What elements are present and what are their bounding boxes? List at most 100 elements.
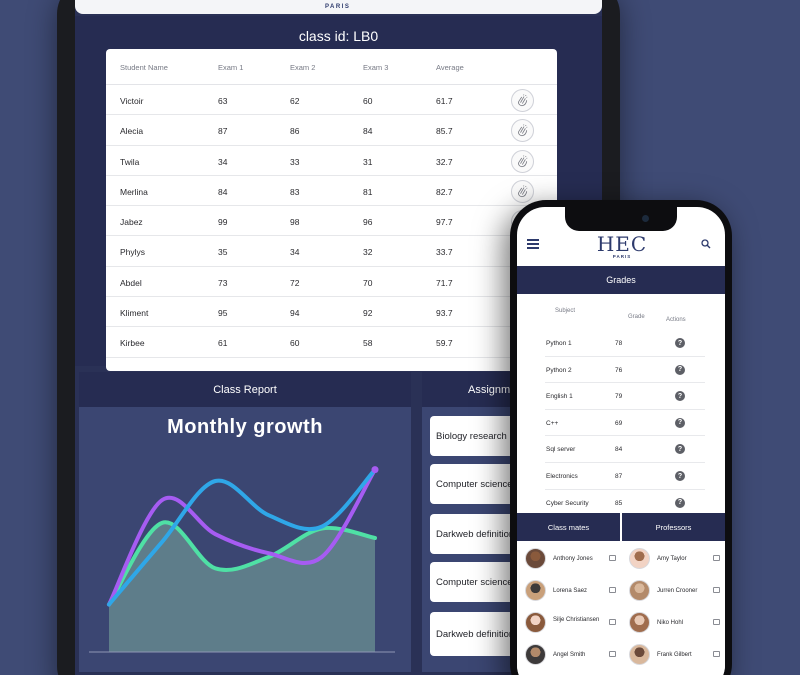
people-tabs: Class mates Professors (517, 513, 725, 541)
clap-button[interactable] (511, 89, 534, 112)
table-row: Kliment 95 94 92 93.7 (106, 297, 557, 328)
brand-subtitle: PARIS (325, 4, 351, 10)
grade-row: Python 1 78? (545, 330, 705, 357)
average-score: 85.7 (436, 126, 453, 137)
student-name: Jabez (120, 217, 143, 228)
average-score: 82.7 (436, 186, 453, 197)
table-row: Phylys 35 34 32 33.7 (106, 236, 557, 267)
exam-2-score: 94 (290, 308, 300, 319)
exam-1-score: 35 (218, 247, 228, 258)
professor-item[interactable]: Jurren Crooner (629, 577, 724, 607)
help-icon[interactable]: ? (675, 444, 685, 455)
avatar (525, 644, 546, 665)
average-score: 93.7 (436, 308, 453, 319)
average-score: 32.7 (436, 156, 453, 167)
classmate-item[interactable]: Angel Smith (525, 641, 620, 671)
grades-header-subject: Subject (555, 308, 576, 314)
exam-2-score: 34 (290, 247, 300, 258)
search-icon[interactable] (701, 239, 711, 249)
phone-device: HEC PARIS Grades Subject Grade Actions P… (510, 200, 732, 675)
help-icon[interactable]: ? (675, 391, 685, 402)
grade-row: English 1 79? (545, 383, 705, 410)
person-name: Anthony Jones (553, 556, 593, 562)
exam-1-score: 87 (218, 126, 228, 137)
exam-2-score: 98 (290, 217, 300, 228)
avatar (629, 548, 650, 569)
grades-header-grade: Grade (628, 314, 645, 320)
classmate-item[interactable]: Anthony Jones (525, 545, 620, 575)
message-icon[interactable] (713, 619, 720, 625)
growth-chart (89, 466, 395, 653)
class-report-title: Class Report (79, 372, 411, 407)
table-body: Victoir 63 62 60 61.7 Alecia 87 86 84 85.7 Twila 34… (106, 85, 557, 371)
message-icon[interactable] (713, 651, 720, 657)
exam-2-score: 33 (290, 156, 300, 167)
exam-1-score: 63 (218, 96, 228, 106)
average-score: 97.7 (436, 217, 453, 228)
professor-item[interactable]: Frank Gilbert (629, 641, 724, 671)
message-icon[interactable] (609, 651, 616, 657)
student-name: Kirbee (120, 338, 145, 349)
table-row: Abdel 73 72 70 71.7 (106, 267, 557, 298)
exam-2-score: 27 (290, 369, 299, 371)
classmate-item[interactable]: Lorena Saez (525, 577, 620, 607)
subject-grade: 85 (615, 499, 623, 507)
person-name: Niko Hohl (657, 620, 684, 626)
subject-grade: 78 (615, 340, 623, 347)
header-exam-3[interactable]: Exam 3 (363, 63, 388, 72)
message-icon[interactable] (713, 555, 720, 561)
average-score: 26.7 (436, 369, 453, 371)
help-icon[interactable]: ? (675, 364, 685, 375)
grade-row: Sql server 84? (545, 436, 705, 463)
professor-item[interactable]: Niko Hohl (629, 609, 724, 639)
help-icon[interactable]: ? (675, 497, 685, 508)
grade-row: Cyber Security 85? (545, 490, 705, 514)
header-student-name[interactable]: Student Name (120, 63, 168, 72)
help-icon[interactable]: ? (675, 338, 685, 348)
clap-button[interactable] (511, 119, 534, 143)
menu-icon[interactable] (527, 239, 539, 249)
subject-name: C++ (546, 419, 559, 427)
help-icon[interactable]: ? (675, 471, 685, 481)
table-row: Alecia 87 86 84 85.7 (106, 115, 557, 146)
clap-button[interactable] (511, 149, 534, 173)
table-row: Merlina 84 83 81 82.7 (106, 176, 557, 207)
student-name: Kliment (120, 308, 149, 319)
professor-item[interactable]: Amy Taylor (629, 545, 724, 575)
grades-table: Student Name Exam 1 Exam 2 Exam 3 Averag… (106, 49, 557, 371)
person-name: Jurren Crooner (657, 588, 698, 594)
message-icon[interactable] (609, 555, 616, 561)
subject-grade: 69 (615, 419, 623, 427)
message-icon[interactable] (609, 619, 616, 625)
average-score: 59.7 (436, 338, 453, 349)
average-score: 33.7 (436, 247, 453, 258)
avatar (629, 612, 650, 633)
subject-grade: 76 (615, 366, 623, 374)
help-icon[interactable]: ? (675, 417, 685, 428)
subject-grade: 87 (615, 473, 623, 480)
exam-1-score: 73 (218, 277, 228, 288)
phone-header: HEC PARIS (517, 231, 725, 265)
tab-class-mates[interactable]: Class mates (517, 513, 620, 541)
table-row: Jabez 99 98 96 97.7 (106, 206, 557, 237)
exam-3-score: 96 (363, 217, 373, 228)
message-icon[interactable] (713, 587, 720, 593)
tab-professors[interactable]: Professors (620, 513, 725, 541)
header-exam-2[interactable]: Exam 2 (290, 63, 315, 72)
exam-2-score: 60 (290, 338, 300, 349)
message-icon[interactable] (609, 587, 616, 593)
phone-notch (565, 207, 677, 231)
person-name: Lorena Saez (553, 588, 588, 594)
phone-screen: HEC PARIS Grades Subject Grade Actions P… (517, 207, 725, 675)
camera-icon (642, 215, 649, 222)
header-average[interactable]: Average (436, 63, 464, 72)
subject-grade: 84 (615, 446, 623, 454)
chart-title: Monthly growth (167, 416, 323, 438)
clap-button[interactable] (511, 179, 534, 203)
avatar (629, 580, 650, 601)
exam-3-score: 84 (363, 126, 373, 137)
classmate-item[interactable]: Silje Christiansen (525, 609, 620, 639)
clap-icon (518, 154, 528, 167)
subject-name: Python 1 (546, 340, 572, 347)
header-exam-1[interactable]: Exam 1 (218, 63, 243, 72)
